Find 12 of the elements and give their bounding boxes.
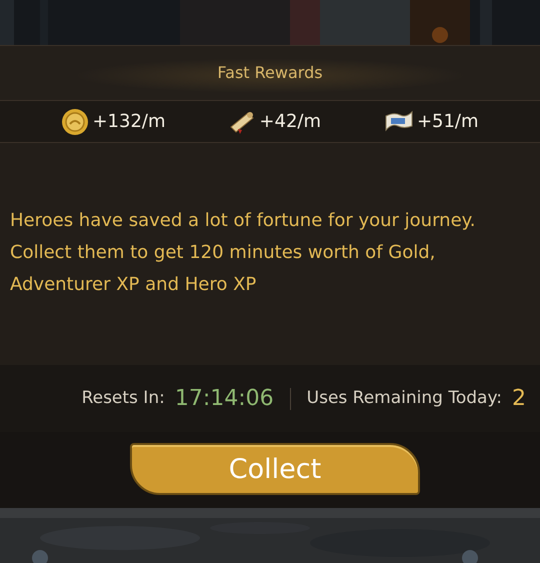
uses-label: Uses Remaining Today: xyxy=(306,386,502,410)
description-text: Heroes have saved a lot of fortune for your journey. Collect them to get 120 minutes worth of Gold, Adventurer XP and Hero XP xyxy=(10,209,476,297)
uses-count: 2 xyxy=(512,385,526,413)
reward-rate: +132/m xyxy=(92,110,166,134)
reward-rate: +51/m xyxy=(416,110,479,134)
collect-button[interactable]: Collect xyxy=(130,443,420,495)
panel-title: Fast Rewards xyxy=(217,62,323,84)
resets-label: Resets In: xyxy=(82,386,165,410)
flag-icon xyxy=(384,110,414,134)
reset-timer: 17:14:06 xyxy=(174,385,274,413)
reward-rate: +42/m xyxy=(259,110,322,134)
coin-icon xyxy=(61,108,90,136)
